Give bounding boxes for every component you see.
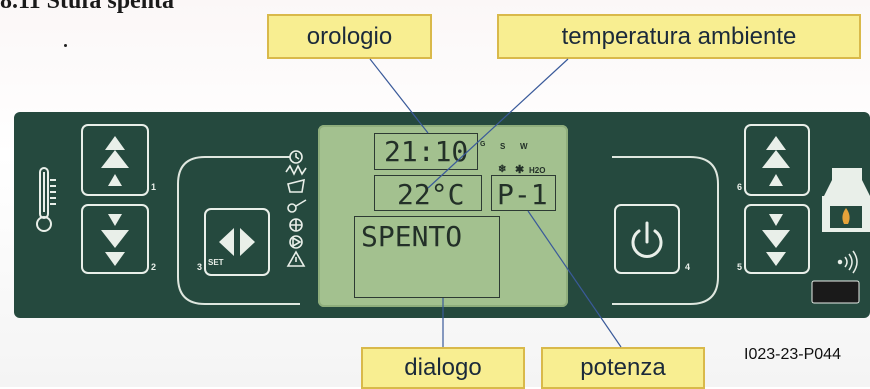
display-power-level: P-1 bbox=[497, 178, 548, 211]
up-button-1[interactable] bbox=[81, 124, 149, 196]
figure-code: I023-23-P044 bbox=[744, 346, 841, 363]
button-number-2: 2 bbox=[151, 262, 157, 272]
indicator-h2o: H2O bbox=[529, 166, 546, 175]
up-button-6[interactable] bbox=[744, 124, 810, 196]
display-time: 21:10 bbox=[384, 135, 469, 168]
resistor-icon bbox=[285, 164, 307, 176]
display-temperature: 22°C bbox=[397, 178, 465, 211]
power-button-4[interactable] bbox=[614, 204, 680, 274]
button-number-4: 4 bbox=[685, 262, 691, 272]
snowflake-icon: ❄ bbox=[498, 164, 507, 175]
down-button-2[interactable] bbox=[81, 204, 149, 274]
display-message: SPENTO bbox=[361, 220, 463, 253]
thermometer-icon bbox=[36, 167, 56, 232]
button-number-6: 6 bbox=[737, 182, 743, 192]
fireplace-icon bbox=[822, 168, 870, 232]
signal-icon bbox=[837, 250, 858, 274]
set-label: SET bbox=[208, 258, 224, 267]
indicator-s: S bbox=[500, 142, 506, 151]
down-button-5[interactable] bbox=[744, 204, 810, 274]
pellet-icon bbox=[287, 178, 305, 193]
button-number-1: 1 bbox=[151, 182, 157, 192]
indicator-g: G bbox=[480, 141, 486, 148]
ir-receiver-window bbox=[811, 280, 860, 304]
auger-icon bbox=[287, 203, 297, 213]
button-number-3: 3 bbox=[197, 262, 203, 272]
button-number-5: 5 bbox=[737, 262, 743, 272]
indicator-w: W bbox=[520, 142, 528, 151]
